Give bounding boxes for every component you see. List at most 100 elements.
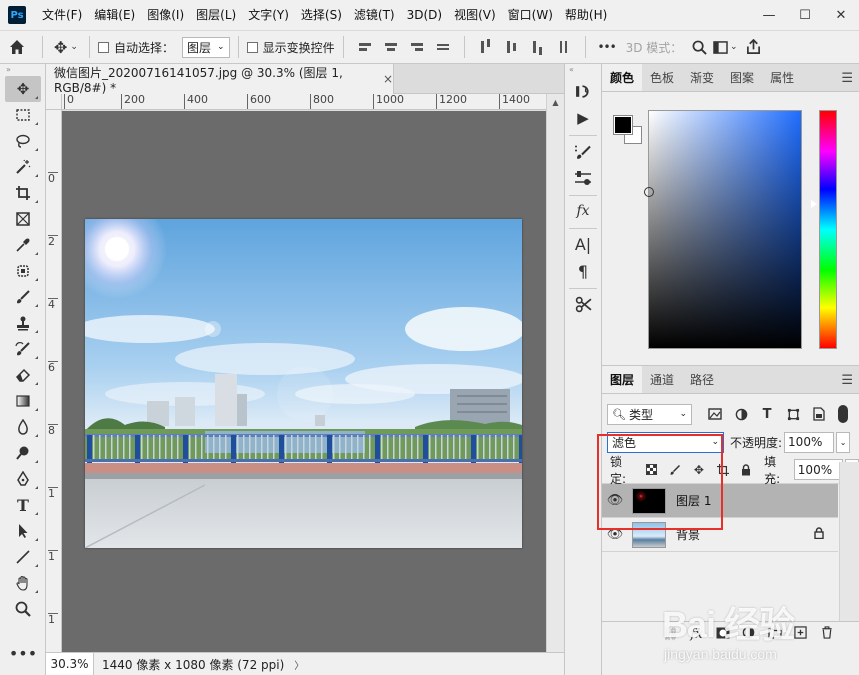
vertical-scrollbar[interactable]: ▲ <box>546 94 564 652</box>
distribute-top-icon[interactable] <box>478 39 494 55</box>
tab-layers[interactable]: 图层 <box>602 366 643 393</box>
layer-name[interactable]: 图层 1 <box>676 492 711 509</box>
menu-help[interactable]: 帮助(H) <box>559 0 613 30</box>
type-tool-icon[interactable]: T <box>5 492 41 518</box>
eyedropper-tool-icon[interactable] <box>5 232 41 258</box>
zoom-tool-icon[interactable] <box>5 596 41 622</box>
distribute-horizontal-icon[interactable] <box>556 39 572 55</box>
zoom-level-field[interactable]: 30.3% <box>46 652 94 675</box>
move-tool-icon[interactable]: ✥ <box>5 76 41 102</box>
close-window-button[interactable]: ✕ <box>823 0 859 30</box>
tab-patterns[interactable]: 图案 <box>722 64 762 91</box>
align-horizontal-center-icon[interactable] <box>383 39 399 55</box>
panel-menu-icon[interactable]: ☰ <box>841 373 853 388</box>
filter-toggle-switch[interactable] <box>838 405 848 423</box>
character-panel-icon[interactable]: A| <box>568 232 598 256</box>
checkbox-box[interactable] <box>98 41 109 53</box>
align-left-icon[interactable] <box>357 39 373 55</box>
spot-healing-brush-icon[interactable] <box>5 258 41 284</box>
vertical-ruler[interactable]: 0 2 4 6 8 1 1 1 <box>46 110 62 652</box>
share-icon[interactable] <box>740 39 766 55</box>
lock-image-pixels-icon[interactable] <box>665 461 685 479</box>
lock-all-icon[interactable] <box>736 461 756 479</box>
panel-menu-icon[interactable]: ☰ <box>841 71 853 86</box>
dodge-tool-icon[interactable] <box>5 440 41 466</box>
menu-type[interactable]: 文字(Y) <box>242 0 295 30</box>
hue-slider-marker[interactable] <box>811 200 817 208</box>
menu-layer[interactable]: 图层(L) <box>190 0 242 30</box>
filter-pixel-layers-icon[interactable] <box>704 404 726 424</box>
path-selection-tool-icon[interactable] <box>5 518 41 544</box>
layer-row[interactable]: 👁︎ 图层 1 <box>602 484 838 518</box>
canvas-pasteboard[interactable] <box>62 111 546 652</box>
tab-channels[interactable]: 通道 <box>642 366 682 393</box>
add-mask-icon[interactable] <box>714 627 731 643</box>
panel-grip-icon[interactable]: « <box>565 64 601 76</box>
document-tab[interactable]: 微信图片_20200716141057.jpg @ 30.3% (图层 1, R… <box>46 64 394 95</box>
filter-type-layers-icon[interactable]: T <box>756 404 778 424</box>
menu-view[interactable]: 视图(V) <box>448 0 502 30</box>
tab-color[interactable]: 颜色 <box>602 64 643 91</box>
menu-select[interactable]: 选择(S) <box>295 0 348 30</box>
distribute-vertical-center-icon[interactable] <box>504 39 520 55</box>
auto-select-target-dropdown[interactable]: 图层 ⌄ <box>182 36 230 58</box>
paragraph-panel-icon[interactable]: ¶ <box>568 259 598 283</box>
actions-play-icon[interactable]: ▶ <box>568 106 598 130</box>
menu-3d[interactable]: 3D(D) <box>401 0 448 30</box>
more-options-button[interactable]: ••• <box>594 40 620 54</box>
align-top-icon[interactable] <box>435 39 451 55</box>
lock-artboard-icon[interactable] <box>713 461 733 479</box>
checkbox-box[interactable] <box>246 41 258 53</box>
panel-grip-icon[interactable]: » <box>0 64 45 76</box>
home-icon[interactable] <box>0 39 34 55</box>
blend-mode-dropdown[interactable]: 滤色 ⌄ <box>607 431 724 453</box>
link-layers-icon[interactable]: ⛓︎ <box>662 627 679 642</box>
new-layer-icon[interactable] <box>792 626 809 643</box>
magic-wand-tool-icon[interactable] <box>5 154 41 180</box>
maximize-button[interactable]: ☐ <box>787 0 823 30</box>
close-tab-icon[interactable]: × <box>383 72 393 86</box>
history-panel-icon[interactable] <box>568 79 598 103</box>
blur-tool-icon[interactable] <box>5 414 41 440</box>
line-tool-icon[interactable] <box>5 544 41 570</box>
minimize-button[interactable]: — <box>751 0 787 30</box>
fill-input[interactable]: 100% <box>793 459 844 480</box>
lasso-tool-icon[interactable] <box>5 128 41 154</box>
distribute-bottom-icon[interactable] <box>530 39 546 55</box>
visibility-eye-icon[interactable]: 👁︎ <box>602 527 628 542</box>
layer-thumbnail[interactable] <box>632 521 666 548</box>
tab-swatches[interactable]: 色板 <box>642 64 682 91</box>
tab-gradients[interactable]: 渐变 <box>682 64 722 91</box>
ruler-origin[interactable] <box>46 94 62 110</box>
menu-edit[interactable]: 编辑(E) <box>88 0 141 30</box>
clone-stamp-tool-icon[interactable] <box>5 310 41 336</box>
tool-presets-icon[interactable] <box>568 292 598 316</box>
styles-fx-icon[interactable]: fx <box>568 199 598 223</box>
eraser-tool-icon[interactable] <box>5 362 41 388</box>
new-group-icon[interactable] <box>766 627 783 643</box>
new-adjustment-layer-icon[interactable] <box>740 626 757 643</box>
menu-window[interactable]: 窗口(W) <box>502 0 559 30</box>
filter-smart-objects-icon[interactable] <box>808 404 830 424</box>
tab-properties[interactable]: 属性 <box>762 64 802 91</box>
crop-tool-icon[interactable] <box>5 180 41 206</box>
more-tools-icon[interactable]: ••• <box>5 644 41 664</box>
foreground-color-swatch[interactable] <box>613 115 633 135</box>
lock-transparent-pixels-icon[interactable] <box>642 461 662 479</box>
search-icon[interactable] <box>688 40 710 55</box>
opacity-dropdown-icon[interactable]: ⌄ <box>836 431 851 453</box>
add-layer-style-icon[interactable]: fx <box>688 627 705 642</box>
layers-scrollbar[interactable] <box>839 462 859 622</box>
layer-name[interactable]: 背景 <box>676 526 700 543</box>
scroll-up-arrow-icon[interactable]: ▲ <box>547 94 564 110</box>
layer-filter-dropdown[interactable]: 🔍︎ 类型 ⌄ <box>607 403 692 425</box>
hue-slider[interactable] <box>819 110 837 349</box>
move-tool-preset-icon[interactable]: ✥ ⌄ <box>51 38 81 57</box>
layer-lock-icon[interactable] <box>814 527 824 542</box>
menu-file[interactable]: 文件(F) <box>36 0 88 30</box>
menu-filter[interactable]: 滤镜(T) <box>348 0 401 30</box>
layer-thumbnail[interactable] <box>632 487 666 514</box>
color-picker-cursor[interactable] <box>644 187 654 197</box>
history-brush-tool-icon[interactable] <box>5 336 41 362</box>
brush-tool-icon[interactable] <box>5 284 41 310</box>
